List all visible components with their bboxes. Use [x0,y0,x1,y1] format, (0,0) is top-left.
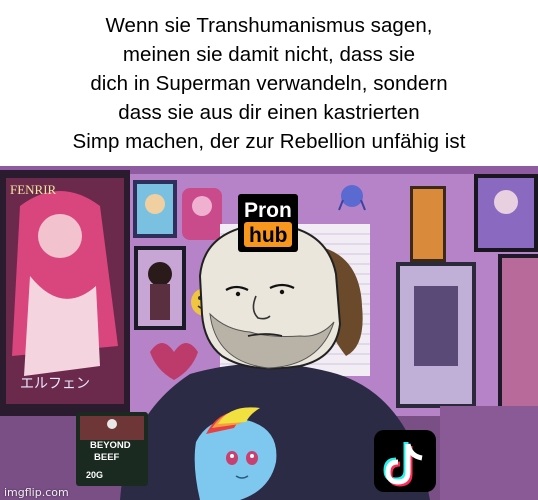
anime-poster-middle [134,246,186,330]
anime-poster-right-edge [498,254,538,414]
pron-top-text: Pron [244,199,292,222]
anime-poster-right-bottom [396,262,476,408]
anime-poster-left: FENRIR エルフェン [0,170,130,416]
package-weight-text: 20G [86,470,103,480]
hub-text: hub [249,224,287,247]
anime-poster-small [133,180,177,238]
imgflip-watermark: imgflip.com [4,486,69,499]
caption-line-4: dass sie aus dir einen kastrierten [118,100,420,124]
caption-line-3: dich in Superman verwandeln, sondern [90,71,448,95]
poster-corner-text: FENRIR [10,182,57,197]
anime-poster-right-top [410,186,446,262]
svg-text:エルフェン: エルフェン [20,376,90,392]
caption-line-2: meinen sie damit nicht, dass sie [122,42,416,66]
anime-poster-right-2 [474,174,538,252]
package-product-text: BEEF [94,452,120,463]
package-brand-text: BEYOND [90,440,131,451]
caption-line-5: Simp machen, der zur Rebellion unfähig i… [72,129,466,153]
bedroom-scene: FENRIR エルフェン Pron hub BEYOND BEEF 20G [0,166,538,500]
meme-caption: Wenn sie Transhumanismus sagen, meinen s… [0,0,538,166]
caption-line-1: Wenn sie Transhumanismus sagen, [105,13,433,37]
beyond-beef-package: BEYOND BEEF 20G [76,412,148,486]
meme-image: FENRIR エルフェン Pron hub BEYOND BEEF 20G im… [0,166,538,500]
wall-figure [182,188,222,240]
tiktok-logo-icon [374,430,436,492]
pron-hub-logo: Pron hub [238,194,298,252]
